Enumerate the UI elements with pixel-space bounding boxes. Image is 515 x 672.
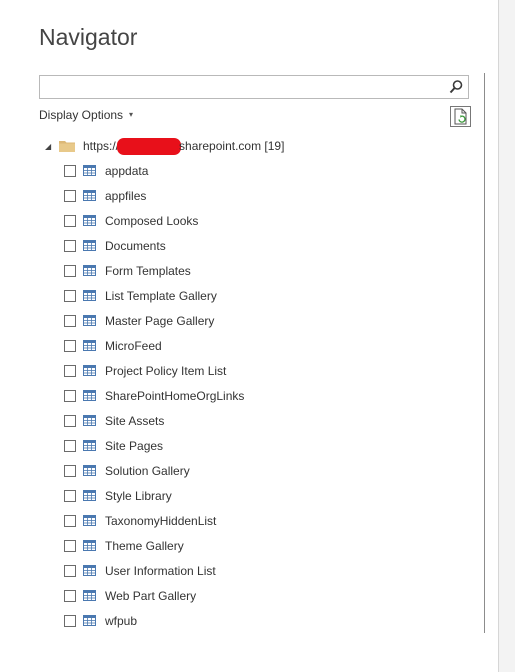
root-url-prefix: https:// — [83, 139, 120, 153]
redaction-mark — [117, 137, 182, 155]
item-checkbox[interactable] — [64, 164, 76, 177]
item-checkbox[interactable] — [64, 414, 76, 427]
table-icon — [83, 265, 96, 276]
table-icon — [83, 465, 96, 476]
item-label: Site Pages — [105, 438, 164, 453]
list-item[interactable]: Project Policy Item List — [64, 358, 244, 383]
table-icon — [83, 290, 96, 301]
search-box[interactable] — [39, 75, 469, 99]
item-checkbox[interactable] — [64, 289, 76, 302]
item-checkbox[interactable] — [64, 564, 76, 577]
item-label: Site Assets — [105, 413, 165, 428]
search-input[interactable] — [40, 76, 448, 96]
item-checkbox[interactable] — [64, 264, 76, 277]
item-label: SharePointHomeOrgLinks — [105, 388, 245, 403]
navigator-dialog: Navigator Display Options ▾ ◢ https:// sh… — [0, 0, 499, 672]
tree-item-list: appdata appfiles Composed Looks Documents Fo… — [64, 158, 244, 633]
item-label: Project Policy Item List — [105, 363, 227, 378]
search-icon[interactable] — [448, 79, 464, 95]
item-checkbox[interactable] — [64, 214, 76, 227]
list-item[interactable]: Style Library — [64, 483, 244, 508]
list-item[interactable]: Composed Looks — [64, 208, 244, 233]
list-item[interactable]: Master Page Gallery — [64, 308, 244, 333]
table-icon — [83, 315, 96, 326]
list-item[interactable]: Solution Gallery — [64, 458, 244, 483]
item-label: Documents — [105, 238, 166, 253]
list-item[interactable]: MicroFeed — [64, 333, 244, 358]
item-checkbox[interactable] — [64, 489, 76, 502]
root-url-suffix: sharepoint.com [19] — [179, 139, 285, 153]
display-options-dropdown[interactable]: Display Options ▾ — [39, 108, 133, 122]
list-item[interactable]: SharePointHomeOrgLinks — [64, 383, 244, 408]
item-checkbox[interactable] — [64, 539, 76, 552]
item-checkbox[interactable] — [64, 389, 76, 402]
display-options-label: Display Options — [39, 108, 124, 122]
list-item[interactable]: Documents — [64, 233, 244, 258]
list-item[interactable]: wfpub — [64, 608, 244, 633]
item-label: Solution Gallery — [105, 463, 190, 478]
item-checkbox[interactable] — [64, 364, 76, 377]
item-label: Master Page Gallery — [105, 313, 215, 328]
table-icon — [83, 390, 96, 401]
table-icon — [83, 165, 96, 176]
item-checkbox[interactable] — [64, 314, 76, 327]
table-icon — [83, 215, 96, 226]
item-label: appdata — [105, 163, 149, 178]
item-label: appfiles — [105, 188, 147, 203]
table-icon — [83, 190, 96, 201]
table-icon — [83, 440, 96, 451]
item-checkbox[interactable] — [64, 339, 76, 352]
list-item[interactable]: Web Part Gallery — [64, 583, 244, 608]
table-icon — [83, 240, 96, 251]
tree-root-node[interactable]: ◢ https:// sharepoint.com [19] — [45, 137, 284, 155]
item-checkbox[interactable] — [64, 464, 76, 477]
table-icon — [83, 615, 96, 626]
pane-divider — [484, 73, 485, 633]
item-label: wfpub — [105, 613, 138, 628]
list-item[interactable]: User Information List — [64, 558, 244, 583]
list-item[interactable]: appfiles — [64, 183, 244, 208]
chevron-down-icon: ▾ — [129, 110, 134, 119]
item-label: TaxonomyHiddenList — [105, 513, 217, 528]
list-item[interactable]: TaxonomyHiddenList — [64, 508, 244, 533]
list-item[interactable]: appdata — [64, 158, 244, 183]
list-item[interactable]: Form Templates — [64, 258, 244, 283]
item-checkbox[interactable] — [64, 239, 76, 252]
item-label: List Template Gallery — [105, 288, 217, 303]
table-icon — [83, 540, 96, 551]
item-checkbox[interactable] — [64, 439, 76, 452]
item-label: Form Templates — [105, 263, 191, 278]
list-item[interactable]: Site Pages — [64, 433, 244, 458]
item-checkbox[interactable] — [64, 514, 76, 527]
table-icon — [83, 515, 96, 526]
item-label: User Information List — [105, 563, 216, 578]
table-icon — [83, 565, 96, 576]
item-checkbox[interactable] — [64, 189, 76, 202]
item-checkbox[interactable] — [64, 614, 76, 627]
list-item[interactable]: Site Assets — [64, 408, 244, 433]
item-checkbox[interactable] — [64, 589, 76, 602]
item-label: Composed Looks — [105, 213, 199, 228]
refresh-button[interactable] — [450, 106, 471, 127]
list-item[interactable]: Theme Gallery — [64, 533, 244, 558]
item-label: MicroFeed — [105, 338, 162, 353]
table-icon — [83, 490, 96, 501]
list-item[interactable]: List Template Gallery — [64, 283, 244, 308]
item-label: Style Library — [105, 488, 172, 503]
table-icon — [83, 365, 96, 376]
table-icon — [83, 590, 96, 601]
item-label: Theme Gallery — [105, 538, 184, 553]
item-label: Web Part Gallery — [105, 588, 197, 603]
dialog-title: Navigator — [39, 24, 138, 50]
refresh-document-icon — [454, 108, 467, 125]
table-icon — [83, 415, 96, 426]
folder-icon — [59, 141, 75, 152]
table-icon — [83, 340, 96, 351]
expanded-triangle-icon[interactable]: ◢ — [45, 142, 55, 151]
